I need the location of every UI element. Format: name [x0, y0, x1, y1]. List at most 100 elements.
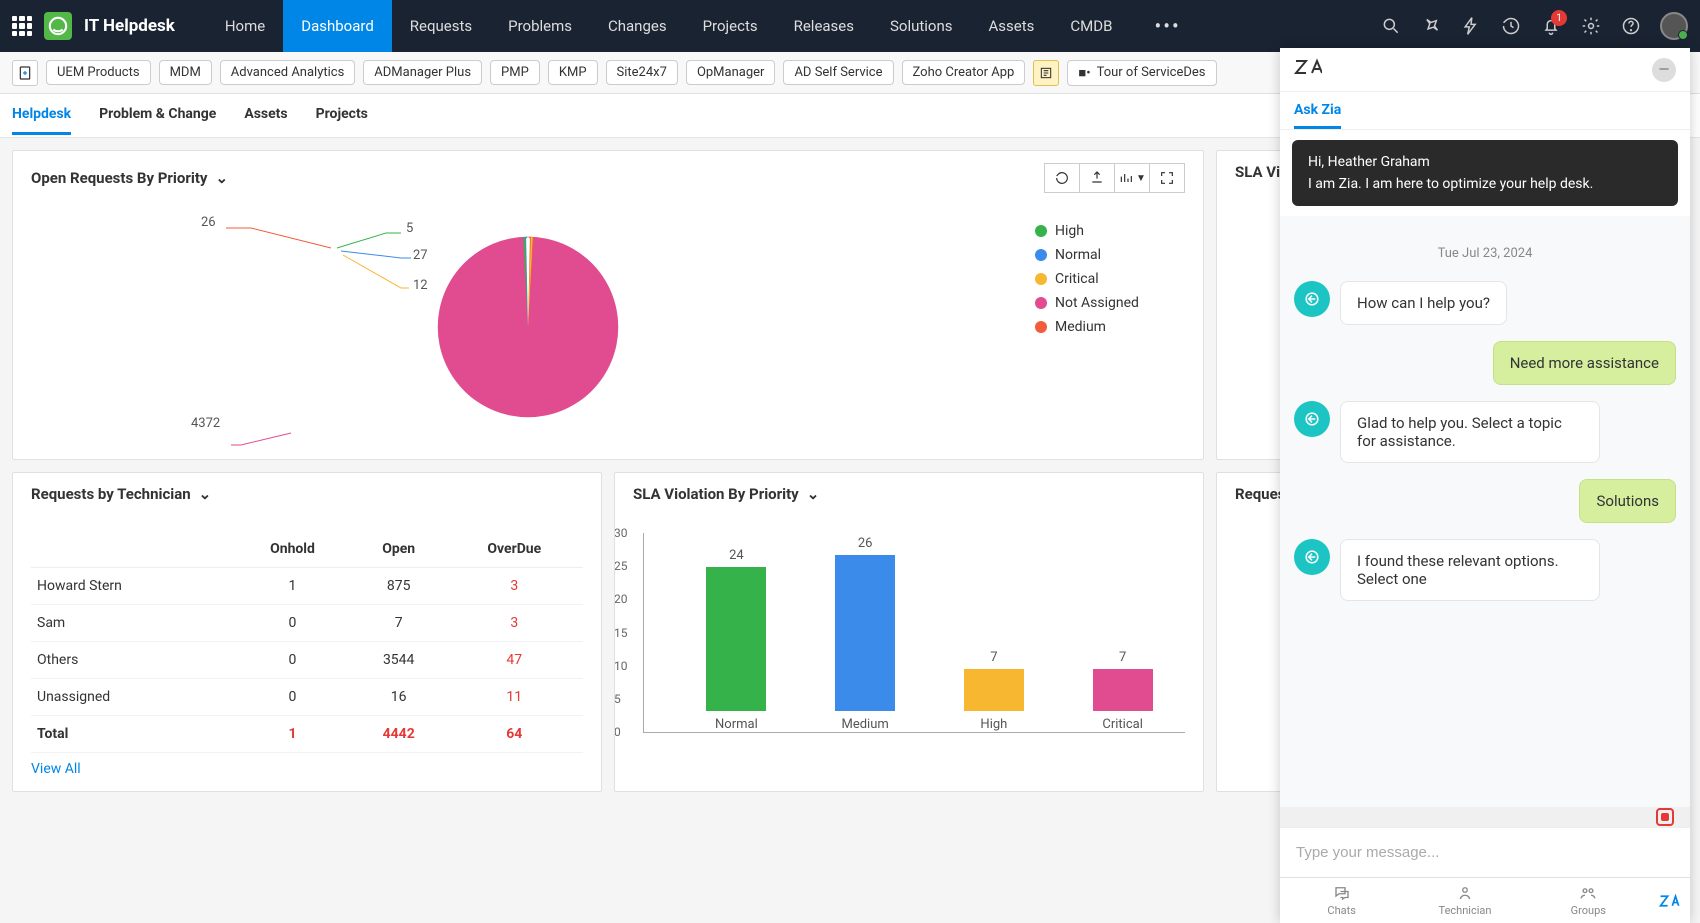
y-tick: 20 — [615, 592, 628, 606]
chat-date: Tue Jul 23, 2024 — [1294, 246, 1676, 261]
tour-button[interactable]: ■•Tour of ServiceDes — [1067, 60, 1216, 86]
table-row: Unassigned01611 — [31, 679, 583, 716]
chat-message: Solutions — [1294, 479, 1676, 523]
y-tick: 10 — [615, 659, 628, 673]
chevron-down-icon[interactable]: ⌄ — [807, 485, 820, 503]
table-row: Others0354447 — [31, 642, 583, 679]
tab-projects[interactable]: Projects — [316, 96, 368, 135]
bot-avatar — [1294, 401, 1330, 437]
chat-message: Need more assistance — [1294, 341, 1676, 385]
add-page-icon[interactable] — [12, 60, 38, 86]
gear-icon[interactable] — [1580, 15, 1602, 37]
chip-site24x7[interactable]: Site24x7 — [606, 60, 678, 85]
tab-helpdesk[interactable]: Helpdesk — [12, 96, 71, 135]
banner-text: I am Zia. I am here to optimize your hel… — [1308, 176, 1662, 192]
chat-messages: Tue Jul 23, 2024 How can I help you? Need… — [1280, 216, 1690, 807]
history-icon[interactable] — [1500, 15, 1522, 37]
footer-zia-icon[interactable] — [1650, 878, 1690, 923]
widget-title: Requests by Technician — [31, 485, 191, 503]
widget-sla-violation-priority: SLA Violation By Priority ⌄ 302520151050… — [614, 472, 1204, 792]
chat-input[interactable] — [1296, 844, 1674, 861]
callout-27: 27 — [413, 248, 428, 263]
bar-high: 7High — [942, 650, 1047, 732]
legend-item: Normal — [1035, 247, 1185, 263]
nav-problems[interactable]: Problems — [490, 0, 590, 52]
user-avatar[interactable] — [1660, 12, 1688, 40]
help-icon[interactable] — [1620, 15, 1642, 37]
chip-pmp[interactable]: PMP — [490, 60, 540, 85]
chip-kmp[interactable]: KMP — [548, 60, 598, 85]
chip-zoho-creator-app[interactable]: Zoho Creator App — [902, 60, 1026, 85]
callout-26: 26 — [201, 215, 216, 230]
bar-critical: 7Critical — [1070, 650, 1175, 732]
stop-record-icon[interactable] — [1656, 808, 1674, 826]
export-icon[interactable] — [1079, 163, 1115, 193]
technician-table: OnholdOpenOverDue Howard Stern18753Sam07… — [31, 531, 583, 753]
bot-avatar — [1294, 281, 1330, 317]
footer-groups[interactable]: Groups — [1527, 878, 1650, 923]
zia-logo — [1294, 57, 1322, 82]
chat-message: Glad to help you. Select a topic for ass… — [1294, 401, 1676, 463]
widget-title: Open Requests By Priority — [31, 169, 207, 187]
view-all-link[interactable]: View All — [31, 761, 81, 777]
nav-assets[interactable]: Assets — [971, 0, 1053, 52]
footer-chats[interactable]: Chats — [1280, 878, 1403, 923]
table-total-row: Total1444264 — [31, 716, 583, 753]
nav-dashboard[interactable]: Dashboard — [283, 0, 392, 52]
bar-chart: 30252015105024Normal26Medium7High7Critic… — [643, 533, 1185, 733]
chat-banner: Hi, Heather Graham I am Zia. I am here t… — [1292, 140, 1678, 206]
banner-greeting: Hi, Heather Graham — [1308, 154, 1662, 170]
notification-badge: 1 — [1551, 10, 1567, 26]
callout-12: 12 — [413, 278, 428, 293]
chip-opmanager[interactable]: OpManager — [686, 60, 776, 85]
chart-type-icon[interactable]: ▼ — [1114, 163, 1150, 193]
chip-uem-products[interactable]: UEM Products — [46, 60, 151, 85]
nav-changes[interactable]: Changes — [590, 0, 685, 52]
bot-avatar — [1294, 539, 1330, 575]
legend-item: High — [1035, 223, 1185, 239]
expand-icon[interactable] — [1149, 163, 1185, 193]
nav-projects[interactable]: Projects — [685, 0, 776, 52]
footer-technician[interactable]: Technician — [1403, 878, 1526, 923]
bell-icon[interactable]: 1 — [1540, 15, 1562, 37]
chip-ad-self-service[interactable]: AD Self Service — [783, 60, 893, 85]
pie-chart: 26 5 27 12 4372 — [31, 213, 1025, 441]
app-switcher-icon[interactable] — [12, 16, 32, 36]
widget-open-requests-priority: Open Requests By Priority ⌄ ▼ — [12, 150, 1204, 460]
nav-releases[interactable]: Releases — [776, 0, 872, 52]
main-nav: HomeDashboardRequestsProblemsChangesProj… — [207, 0, 1131, 52]
nav-more-icon[interactable]: ••• — [1142, 14, 1192, 38]
nav-cmdb[interactable]: CMDB — [1052, 0, 1130, 52]
bar-medium: 26Medium — [813, 536, 918, 732]
bolt-icon[interactable] — [1460, 15, 1482, 37]
legend-item: Medium — [1035, 319, 1185, 335]
pin-icon[interactable] — [1420, 15, 1442, 37]
search-icon[interactable] — [1380, 15, 1402, 37]
bar-normal: 24Normal — [684, 548, 789, 732]
legend-item: Not Assigned — [1035, 295, 1185, 311]
chip-admanager-plus[interactable]: ADManager Plus — [363, 60, 482, 85]
tab-assets[interactable]: Assets — [244, 96, 287, 135]
nav-home[interactable]: Home — [207, 0, 283, 52]
minimize-icon[interactable]: — — [1652, 58, 1676, 82]
tab-problem-change[interactable]: Problem & Change — [99, 96, 216, 135]
widget-title: SLA Violation By Priority — [633, 485, 799, 503]
nav-solutions[interactable]: Solutions — [872, 0, 971, 52]
chat-message: I found these relevant options. Select o… — [1294, 539, 1676, 601]
chip-advanced-analytics[interactable]: Advanced Analytics — [220, 60, 356, 85]
chat-message: How can I help you? — [1294, 281, 1676, 325]
chevron-down-icon[interactable]: ⌄ — [215, 169, 228, 187]
nav-requests[interactable]: Requests — [392, 0, 490, 52]
y-tick: 0 — [615, 725, 621, 739]
table-row: Sam073 — [31, 605, 583, 642]
table-header: OverDue — [446, 531, 583, 568]
chip-mdm[interactable]: MDM — [159, 60, 212, 85]
note-icon[interactable] — [1033, 60, 1059, 86]
pie-legend: HighNormalCriticalNot AssignedMedium — [1025, 213, 1185, 441]
app-title: IT Helpdesk — [84, 16, 175, 36]
chat-panel: — Ask Zia Hi, Heather Graham I am Zia. I… — [1280, 48, 1690, 923]
table-header — [31, 531, 233, 568]
chevron-down-icon[interactable]: ⌄ — [199, 485, 212, 503]
refresh-icon[interactable] — [1044, 163, 1080, 193]
chat-tab-ask-zia[interactable]: Ask Zia — [1294, 102, 1341, 129]
